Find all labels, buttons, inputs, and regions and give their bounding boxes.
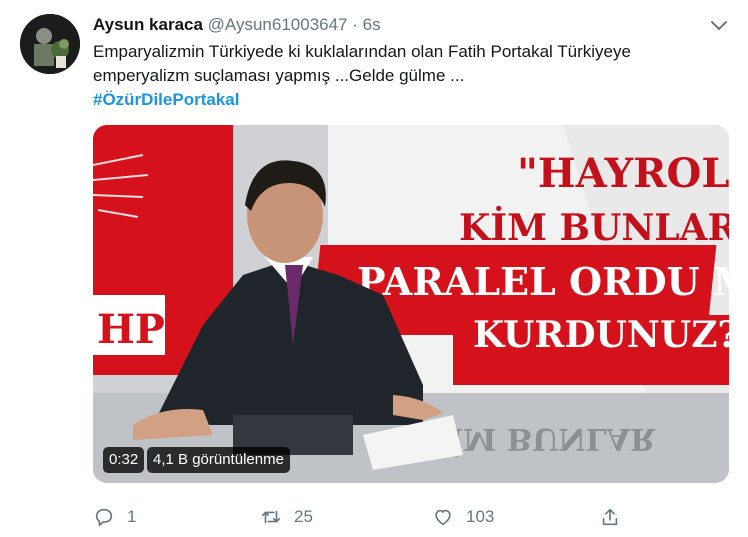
reply-button[interactable]: 1	[93, 502, 136, 532]
video-frame: "HAYROLA KİM BUNLAR PARALEL ORDU MU KURD…	[93, 125, 729, 483]
retweet-icon	[261, 510, 281, 524]
like-button[interactable]: 103	[432, 502, 494, 532]
separator: ·	[352, 15, 358, 34]
video-views: 4,1 B görüntülenme	[147, 447, 290, 473]
retweet-count: 25	[294, 507, 313, 526]
logo-fragment: HP	[97, 306, 165, 353]
retweet-button[interactable]: 25	[260, 502, 313, 532]
reply-icon	[95, 508, 113, 527]
caption-line-3: PARALEL ORDU MU	[357, 259, 729, 304]
chevron-down-icon[interactable]	[708, 14, 730, 36]
tweet-text-line-2: emperyalizm suçlaması yapmış ...Gelde gü…	[93, 66, 465, 85]
caption-line-1: "HAYROLA	[517, 150, 729, 197]
like-count: 103	[466, 507, 495, 526]
tweet-text-line-1: Emparyalizmin Türkiyede ki kuklalarından…	[93, 42, 631, 61]
tweet-actions: 1 25 103	[93, 502, 729, 532]
author-name[interactable]: Aysun karaca	[93, 15, 203, 34]
heart-icon	[435, 509, 451, 526]
video-player[interactable]: "HAYROLA KİM BUNLAR PARALEL ORDU MU KURD…	[93, 125, 729, 483]
avatar-image	[20, 14, 80, 74]
reply-count: 1	[127, 507, 137, 526]
tweet-header: Aysun karaca @Aysun61003647 · 6s	[93, 14, 381, 36]
tweet-time[interactable]: 6s	[363, 15, 381, 34]
hashtag-link[interactable]: #ÖzürDilePortakal	[93, 88, 239, 112]
share-icon	[602, 508, 618, 526]
author-handle[interactable]: @Aysun61003647	[208, 15, 348, 34]
share-button[interactable]	[599, 502, 633, 532]
caption-line-4: KURDUNUZ?	[473, 314, 729, 356]
video-duration: 0:32	[103, 447, 145, 473]
avatar[interactable]	[20, 14, 80, 74]
tweet-text: Emparyalizmin Türkiyede ki kuklalarından…	[93, 40, 713, 88]
caption-line-2: KİM BUNLAR	[459, 206, 729, 249]
